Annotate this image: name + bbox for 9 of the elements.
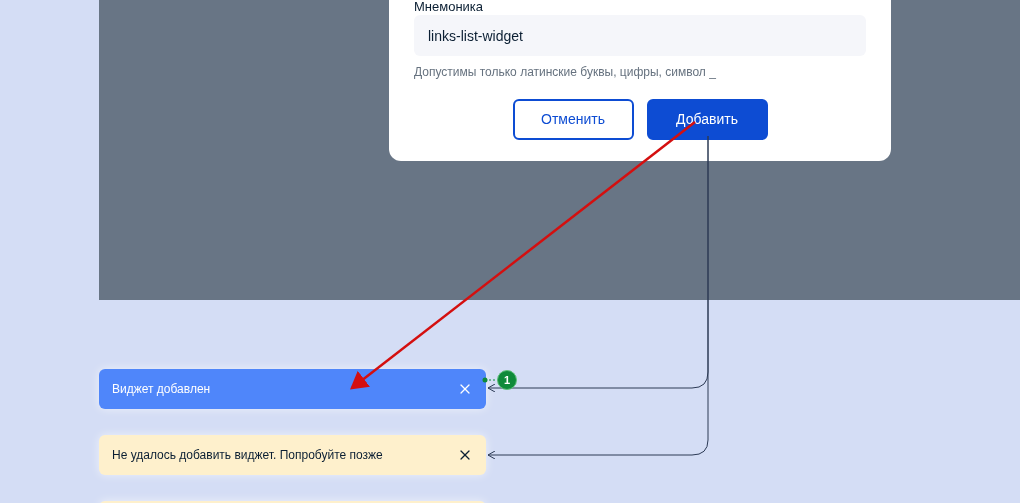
toast-message: Виджет добавлен	[112, 381, 212, 398]
step-badge: 1	[497, 370, 517, 390]
field-label: Мнемоника	[414, 0, 485, 14]
input-field[interactable]: links-list-widget	[414, 15, 866, 56]
add-button[interactable]: Добавить	[646, 99, 768, 140]
hint-text: Допустимы только латинские буквы, цифры, символ _	[414, 64, 717, 80]
anchor-dot-icon	[482, 377, 488, 383]
toast-message: Не удалось добавить виджет. Попробуйте позже	[112, 447, 384, 464]
cancel-button[interactable]: Отменить	[512, 99, 634, 140]
